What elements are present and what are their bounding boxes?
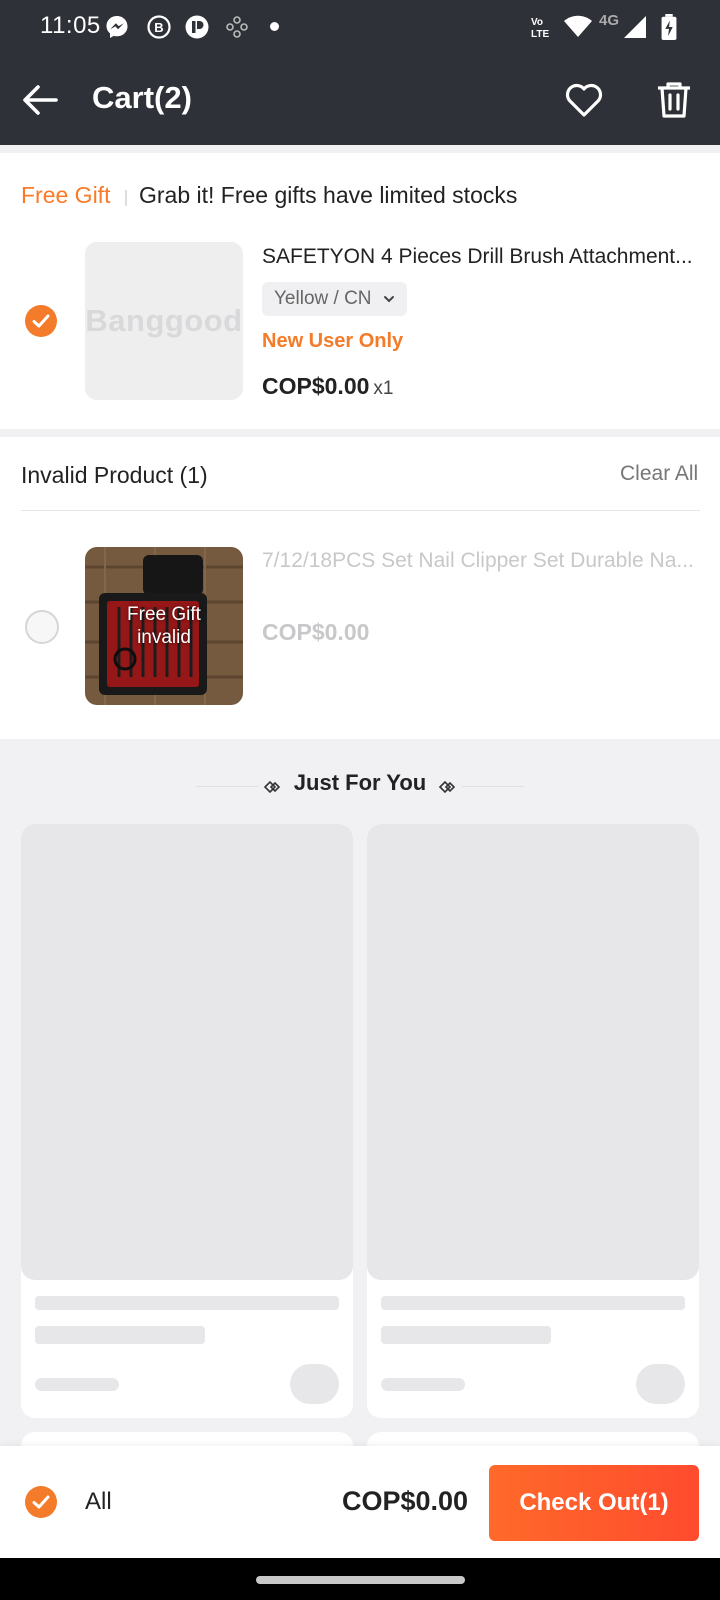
- skeleton-line: [381, 1296, 685, 1310]
- just-for-you-heading: Just For You: [293, 770, 427, 795]
- select-all-checkbox[interactable]: [25, 1486, 57, 1518]
- invalid-product-image[interactable]: Free Gift invalid: [85, 547, 243, 705]
- status-time: 11:05: [40, 12, 101, 39]
- gift-product-image[interactable]: Banggood: [85, 242, 243, 400]
- overlay-line-2: invalid: [137, 627, 191, 648]
- select-all-label[interactable]: All: [85, 1488, 112, 1516]
- divider: [21, 510, 700, 511]
- wishlist-heart-icon[interactable]: [562, 78, 606, 122]
- dot-icon: [270, 22, 279, 31]
- invalid-product-price: COP$0.00: [262, 619, 370, 645]
- gift-product-quantity: x1: [373, 378, 394, 399]
- skeleton-line: [35, 1296, 339, 1310]
- invalid-product-title[interactable]: 7/12/18PCS Set Nail Clipper Set Durable …: [262, 549, 702, 573]
- svg-text:LTE: LTE: [531, 29, 549, 40]
- invalid-product-heading: Invalid Product (1): [21, 462, 208, 488]
- clear-all-button[interactable]: Clear All: [620, 462, 698, 486]
- network-label: 4G: [599, 12, 620, 29]
- recommend-card-skeleton[interactable]: [21, 824, 353, 1418]
- page-title: Cart(2): [92, 80, 192, 115]
- skeleton-line: [35, 1378, 119, 1391]
- gift-product-price-row: COP$0.00 x1: [262, 373, 393, 400]
- invalid-item-checkbox[interactable]: [25, 610, 59, 644]
- top-bar: 11:05 B Vo LTE 4G Cart(2): [0, 0, 720, 145]
- gift-item-checkbox[interactable]: [25, 305, 57, 337]
- skeleton-line: [381, 1378, 465, 1391]
- wifi-icon: [564, 15, 592, 37]
- checkout-button[interactable]: Check Out(1): [489, 1465, 699, 1541]
- recommend-card-skeleton[interactable]: [367, 824, 699, 1418]
- skeleton-line: [381, 1326, 551, 1344]
- cart-total: COP$0.00: [342, 1486, 469, 1516]
- checkmark-icon: [32, 314, 50, 328]
- variant-selector[interactable]: Yellow / CN: [262, 282, 407, 316]
- gift-product-price: COP$0.00: [262, 373, 370, 399]
- home-indicator[interactable]: [256, 1576, 465, 1584]
- dots-icon: [226, 16, 248, 38]
- gift-product-title[interactable]: SAFETYON 4 Pieces Drill Brush Attachment…: [262, 245, 702, 269]
- brand-placeholder-logo: Banggood: [85, 303, 243, 338]
- divider: [462, 786, 524, 787]
- volte-icon: Vo LTE: [531, 17, 549, 40]
- overlay-line-1: Free Gift: [127, 604, 201, 625]
- skeleton-image: [367, 824, 699, 1280]
- messenger-icon: [106, 16, 128, 38]
- svg-text:Vo: Vo: [531, 17, 543, 28]
- skeleton-button: [290, 1364, 339, 1404]
- new-user-badge: New User Only: [262, 330, 404, 352]
- divider: [125, 190, 127, 206]
- trash-icon[interactable]: [652, 78, 696, 122]
- skeleton-button: [636, 1364, 685, 1404]
- chevron-down-icon: [383, 296, 394, 303]
- b-circle-icon: B: [147, 15, 171, 39]
- free-gift-tag: Free Gift: [21, 182, 111, 208]
- variant-label: Yellow / CN: [274, 288, 372, 309]
- skeleton-line: [35, 1326, 205, 1344]
- p-circle-icon: [185, 15, 209, 39]
- back-button[interactable]: [16, 76, 64, 124]
- battery-icon: [661, 14, 677, 40]
- signal-icon: [624, 16, 646, 38]
- svg-text:B: B: [154, 20, 163, 35]
- diamond-deco-icon: [438, 780, 456, 794]
- checkmark-icon: [32, 1495, 50, 1509]
- free-gift-message: Grab it! Free gifts have limited stocks: [139, 182, 518, 208]
- invalid-overlay: Free Gift invalid: [85, 547, 243, 705]
- skeleton-image: [21, 824, 353, 1280]
